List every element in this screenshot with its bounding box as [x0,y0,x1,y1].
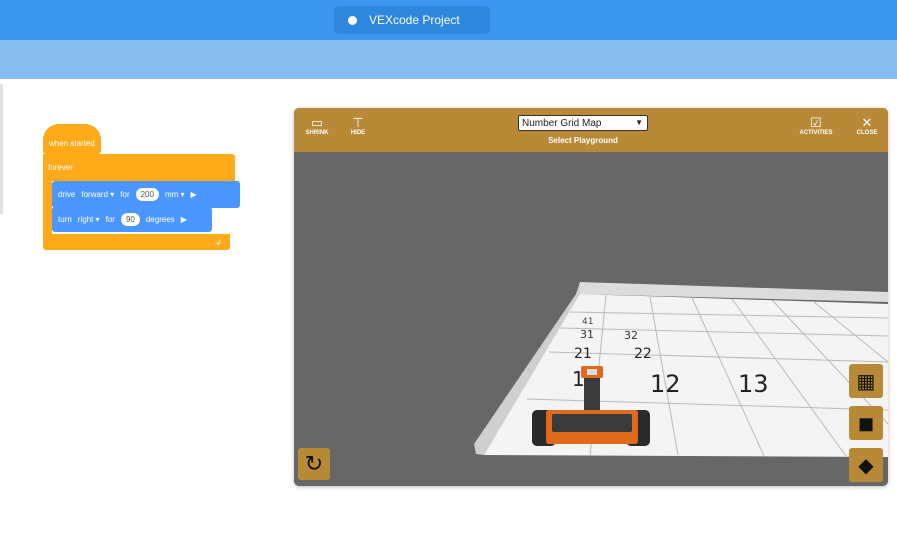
toolbar [0,40,897,79]
turn-direction-dropdown[interactable]: right ▾ [78,215,100,224]
play-arrow-icon: ▶ [190,190,197,199]
robot-view-button[interactable]: ◼ [849,406,883,440]
close-label: CLOSE [856,130,878,136]
shrink-icon: ▭ [310,115,324,130]
hide-label: HIDE [350,130,366,136]
turn-unit-label: degrees [145,215,175,224]
project-title-button[interactable]: VEXcode Project [334,6,490,34]
reset-icon: ↻ [304,451,324,476]
drive-label: drive [58,190,76,199]
when-started-label: when started [49,138,95,148]
turn-block[interactable]: turn right ▾ for 90 degrees ▶ [52,207,212,232]
drive-block[interactable]: drive forward ▾ for 200 mm ▾ ▶ [52,181,240,208]
activities-icon: ☑ [810,115,822,130]
grid-view-button[interactable]: ▦ [849,364,883,398]
hide-icon: ⊤ [352,115,364,130]
select-playground-label: Select Playground [548,136,618,145]
play-arrow-icon: ▶ [180,215,187,224]
drive-direction-dropdown[interactable]: forward ▾ [81,190,114,199]
grid-number-31: 31 [580,328,594,341]
forever-block-end: ↲ [43,234,230,250]
project-title: VEXcode Project [369,13,460,27]
loop-arrow-icon: ↲ [215,237,222,247]
workspace-scrollbar[interactable] [0,84,3,214]
close-icon: ✕ [861,115,873,130]
shrink-label: SHRINK [305,130,329,136]
activities-label: ACTIVITIES [799,130,833,136]
playground-select[interactable]: Number Grid Map ▼ [518,115,648,131]
grid-number-41: 41 [582,317,593,327]
playground-select-value: Number Grid Map [522,117,602,129]
playground-window: ▭ SHRINK ⊤ HIDE Number Grid Map ▼ Select… [294,108,888,486]
project-status-icon [348,15,357,25]
camera-view-button[interactable]: ◆ [849,448,883,482]
grid-number-32: 32 [624,329,638,342]
drive-for-label: for [120,190,130,199]
grid-number-13: 13 [738,370,769,398]
turn-angle-input[interactable]: 90 [120,213,140,226]
forever-block[interactable]: forever [43,154,235,181]
shrink-button[interactable]: ▭ SHRINK [303,115,331,137]
hide-button[interactable]: ⊤ HIDE [346,115,370,137]
close-button[interactable]: ✕ CLOSE [852,115,882,137]
dropdown-caret-icon: ▼ [635,118,643,127]
turn-label: turn [58,215,72,224]
drive-unit-dropdown[interactable]: mm ▾ [165,190,185,199]
reset-button[interactable]: ↻ [298,448,330,480]
camera-icon: ◆ [858,454,874,477]
grid-number-21: 21 [574,346,592,362]
drive-distance-input[interactable]: 200 [135,188,159,201]
when-started-block[interactable]: when started [43,124,101,154]
playground-3d-view[interactable]: 41 31 32 21 22 1 12 13 [294,152,888,486]
activities-button[interactable]: ☑ ACTIVITIES [794,115,838,137]
playground-header: ▭ SHRINK ⊤ HIDE Number Grid Map ▼ Select… [294,108,888,152]
forever-label: forever [48,163,73,172]
grid-number-12: 12 [650,370,681,398]
top-bar: VEXcode Project [0,0,897,40]
grid-icon: ▦ [856,370,876,393]
robot-icon: ◼ [857,412,875,435]
grid-number-22: 22 [634,346,652,362]
turn-for-label: for [105,215,115,224]
forever-block-arm [43,180,52,236]
